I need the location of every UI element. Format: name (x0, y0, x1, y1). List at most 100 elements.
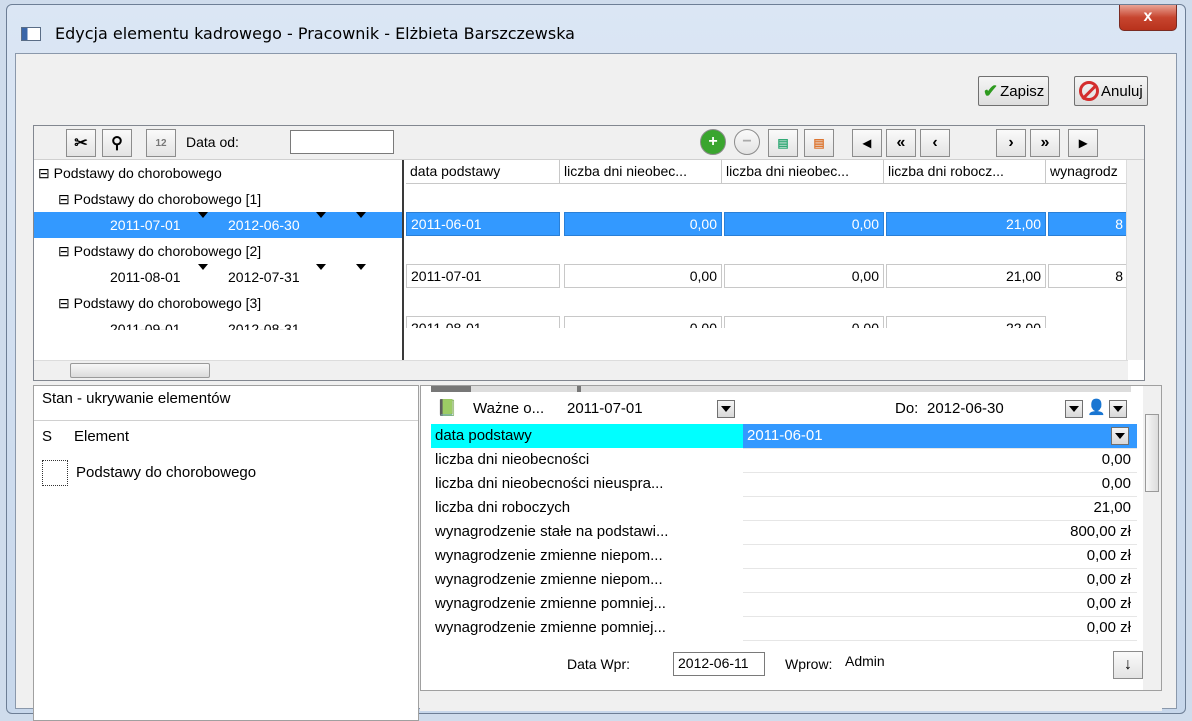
tree-item-2[interactable]: 2011-08-01 2012-07-31 (34, 264, 402, 290)
grid-cell[interactable]: 22,00 (886, 316, 1046, 328)
tree-item-1[interactable]: 2011-07-01 2012-06-30 (34, 212, 402, 238)
grid-cell[interactable]: 2011-06-01 (406, 212, 560, 236)
chevron-down-icon[interactable] (1109, 400, 1127, 418)
prop-value[interactable]: 2011-06-01 (743, 424, 1137, 449)
dropdown-icon[interactable] (356, 212, 366, 218)
prop-value[interactable]: 0,00 (743, 448, 1137, 473)
prop-row[interactable]: liczba dni nieobecności nieuspra... 0,00 (421, 472, 1141, 497)
prop-row[interactable]: liczba dni roboczych 21,00 (421, 496, 1141, 521)
prop-name: liczba dni nieobecności nieuspra... (435, 475, 664, 492)
prop-row[interactable]: wynagrodzenie zmienne pomniej... 0,00 zł (421, 592, 1141, 617)
tree-item-3[interactable]: 2011-09-01 2012-08-31 (34, 316, 402, 330)
elements-tree: ⊟ Podstawy do chorobowego ⊟ Podstawy do … (34, 160, 404, 360)
vertical-scrollbar[interactable] (1126, 160, 1144, 360)
tools-icon[interactable]: ✂ (66, 129, 96, 157)
remove-icon[interactable]: − (734, 129, 760, 155)
group-label: Podstawy do chorobowego [2] (73, 243, 262, 259)
user-icon[interactable]: 👤 (1087, 398, 1106, 418)
grid-cell[interactable]: 21,00 (886, 212, 1046, 236)
prop-row[interactable]: wynagrodzenie zmienne niepom... 0,00 zł (421, 544, 1141, 569)
checkbox[interactable] (42, 460, 68, 486)
horizontal-scrollbar[interactable] (34, 360, 1128, 380)
period-to: 2012-07-31 (228, 269, 300, 285)
prev-icon[interactable]: ‹ (920, 129, 950, 157)
tree-root-label: Podstawy do chorobowego (53, 165, 222, 181)
search-icon[interactable]: ⚲ (102, 129, 132, 157)
chevron-down-icon[interactable] (1065, 400, 1083, 418)
col-header[interactable]: liczba dni nieobec... (560, 160, 722, 184)
grid-cell[interactable]: 0,00 (724, 264, 884, 288)
grid-cell[interactable]: 8 (1048, 212, 1128, 236)
grid-cell[interactable]: 8 (1048, 264, 1128, 288)
prop-value[interactable]: 21,00 (743, 496, 1137, 521)
prop-value[interactable]: 800,00 zł (743, 520, 1137, 545)
save-label: Zapisz (1000, 82, 1045, 100)
prop-row[interactable]: wynagrodzenie zmienne pomniej... 0,00 zł (421, 616, 1141, 641)
dropdown-icon[interactable] (316, 212, 326, 218)
next-icon[interactable]: › (996, 129, 1026, 157)
save-button[interactable]: ✔ Zapisz (978, 76, 1050, 106)
valid-to[interactable]: 2012-06-30 (927, 400, 1004, 417)
dropdown-icon[interactable] (198, 264, 208, 270)
prop-name: wynagrodzenie zmienne pomniej... (435, 619, 666, 636)
entry-date-field: 2012-06-11 (673, 652, 765, 676)
next-page-icon[interactable]: » (1030, 129, 1060, 157)
detail-scrollbar[interactable] (1143, 386, 1161, 690)
prop-row[interactable]: liczba dni nieobecności 0,00 (421, 448, 1141, 473)
prop-value[interactable]: 0,00 zł (743, 616, 1137, 641)
grid-cell[interactable]: 0,00 (564, 212, 722, 236)
grid-cell[interactable]: 0,00 (724, 316, 884, 328)
prop-row[interactable]: wynagrodzenie zmienne niepom... 0,00 zł (421, 568, 1141, 593)
col-header[interactable]: liczba dni robocz... (884, 160, 1046, 184)
scroll-thumb[interactable] (1145, 414, 1159, 492)
tree-root[interactable]: ⊟ Podstawy do chorobowego (38, 160, 222, 186)
tree-group-3[interactable]: ⊟ Podstawy do chorobowego [3] (58, 290, 261, 316)
period-from: 2011-08-01 (110, 269, 181, 285)
col-header[interactable]: data podstawy (406, 160, 560, 184)
dropdown-icon[interactable] (356, 264, 366, 270)
last-icon[interactable]: ▸ (1068, 129, 1098, 157)
date-from-input[interactable] (290, 130, 394, 154)
prop-value[interactable]: 0,00 (743, 472, 1137, 497)
prop-value[interactable]: 0,00 zł (743, 592, 1137, 617)
tree-group-1[interactable]: ⊟ Podstawy do chorobowego [1] (58, 186, 261, 212)
prop-row-selected[interactable]: data podstawy 2011-06-01 (421, 424, 1141, 449)
chevron-down-icon[interactable] (717, 400, 735, 418)
close-button[interactable]: x (1119, 5, 1177, 31)
grid-cell[interactable]: 0,00 (564, 316, 722, 328)
period-to: 2012-06-30 (228, 217, 300, 233)
calendar-icon[interactable]: 12 (146, 129, 176, 157)
col-header[interactable]: wynagrodz (1046, 160, 1128, 184)
cancel-button[interactable]: Anuluj (1074, 76, 1148, 106)
valid-label: Ważne o... (473, 400, 545, 417)
scroll-thumb[interactable] (70, 363, 210, 378)
entry-date-label: Data Wpr: (567, 656, 631, 672)
elements-grid: ✂ ⚲ 12 Data od: + − ▤ ▤ ◂ « ‹ › » ▸ ⊟ Po… (33, 125, 1145, 381)
prop-row[interactable]: wynagrodzenie stałe na podstawi... 800,00… (421, 520, 1141, 545)
dropdown-icon[interactable] (198, 212, 208, 218)
title-bar: Edycja elementu kadrowego - Pracownik - … (7, 5, 1185, 51)
arrow-down-icon[interactable]: ↓ (1113, 651, 1143, 679)
main-window: Edycja elementu kadrowego - Pracownik - … (6, 4, 1186, 721)
edit-record-icon[interactable]: ▤ (804, 129, 834, 157)
grid-cell[interactable]: 0,00 (564, 264, 722, 288)
prop-name: wynagrodzenie stałe na podstawi... (435, 523, 669, 540)
grid-cell[interactable]: 2011-08-01 (406, 316, 560, 328)
prop-value[interactable]: 0,00 zł (743, 544, 1137, 569)
first-icon[interactable]: ◂ (852, 129, 882, 157)
add-record-icon[interactable]: ▤ (768, 129, 798, 157)
cancel-label: Anuluj (1101, 82, 1143, 100)
grid-cell[interactable]: 21,00 (886, 264, 1046, 288)
add-icon[interactable]: + (700, 129, 726, 155)
chevron-down-icon[interactable] (1111, 427, 1129, 445)
dropdown-icon[interactable] (316, 264, 326, 270)
col-header[interactable]: liczba dni nieobec... (722, 160, 884, 184)
grid-cell[interactable]: 0,00 (724, 212, 884, 236)
cancel-icon (1079, 81, 1099, 101)
prop-value[interactable]: 0,00 zł (743, 568, 1137, 593)
valid-from[interactable]: 2011-07-01 (567, 400, 643, 417)
grid-cell[interactable]: 2011-07-01 (406, 264, 560, 288)
prev-page-icon[interactable]: « (886, 129, 916, 157)
window-title: Edycja elementu kadrowego - Pracownik - … (55, 24, 575, 43)
tree-group-2[interactable]: ⊟ Podstawy do chorobowego [2] (58, 238, 261, 264)
